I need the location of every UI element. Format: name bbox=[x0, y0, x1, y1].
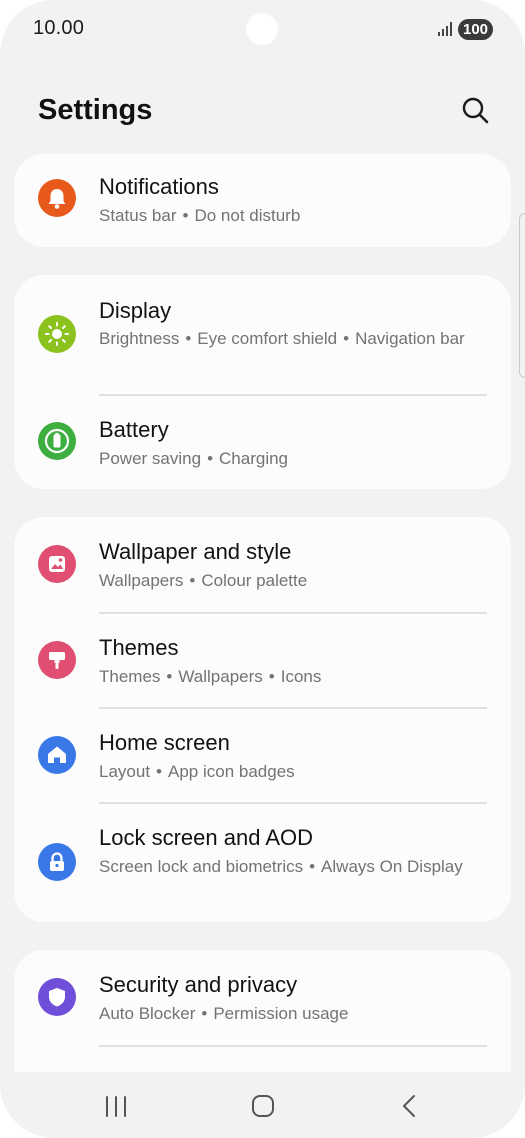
subtitle-part: Auto Blocker bbox=[99, 1004, 196, 1023]
subtitle-part: Power saving bbox=[99, 449, 202, 468]
home-icon bbox=[48, 746, 66, 763]
home-screen-icon-badge bbox=[38, 736, 76, 774]
card-display-battery: Display Brightness • Eye comfort shield • Na… bbox=[14, 275, 511, 489]
settings-item-notifications[interactable]: Notifications Status bar • Do not disturb bbox=[14, 154, 511, 247]
item-title: Lock screen and AOD bbox=[99, 825, 314, 850]
item-subtitle: Brightness • Eye comfort shield • Navigation… bbox=[99, 329, 465, 348]
subtitle-part: Icons bbox=[280, 667, 322, 686]
settings-item-display[interactable]: Display Brightness • Eye comfort shield • Na… bbox=[14, 275, 511, 395]
back-button[interactable] bbox=[395, 1092, 425, 1122]
lock-screen-icon-badge bbox=[38, 843, 76, 881]
divider bbox=[99, 1045, 487, 1047]
navigation-bar bbox=[0, 1072, 525, 1138]
battery-level-badge: 100 bbox=[458, 19, 493, 40]
item-title: Themes bbox=[99, 635, 179, 660]
scroll-indicator[interactable] bbox=[519, 213, 525, 378]
settings-item-security[interactable]: Security and privacy Auto Blocker • Permis… bbox=[14, 950, 511, 1045]
item-subtitle: Wallpapers • Colour palette bbox=[99, 571, 308, 590]
display-icon-badge bbox=[38, 315, 76, 353]
image-icon bbox=[49, 556, 65, 572]
subtitle-part: Screen lock and biometrics bbox=[99, 857, 304, 876]
item-subtitle: Auto Blocker • Permission usage bbox=[99, 1004, 349, 1023]
item-title: Display bbox=[99, 298, 172, 323]
status-bar: 10.00 100 bbox=[0, 0, 525, 58]
battery-icon bbox=[44, 428, 70, 454]
subtitle-part: App icon badges bbox=[168, 762, 295, 781]
status-time: 10.00 bbox=[33, 17, 85, 39]
page-title: Settings bbox=[38, 94, 153, 126]
subtitle-part: Wallpapers bbox=[178, 667, 263, 686]
themes-icon-badge bbox=[38, 641, 76, 679]
subtitle-part: Wallpapers bbox=[99, 571, 184, 590]
search-icon bbox=[462, 97, 489, 124]
home-button[interactable] bbox=[248, 1092, 278, 1122]
shield-icon bbox=[49, 988, 65, 1007]
security-icon-badge bbox=[38, 978, 76, 1016]
back-icon bbox=[403, 1095, 415, 1117]
subtitle-part: Status bar bbox=[99, 206, 177, 225]
item-title: Home screen bbox=[99, 730, 230, 755]
subtitle-part: Always On Display bbox=[321, 857, 463, 876]
item-subtitle: Screen lock and biometrics • Always On Dis… bbox=[99, 857, 463, 876]
item-subtitle: Layout • App icon badges bbox=[99, 762, 295, 781]
item-title: Security and privacy bbox=[99, 972, 298, 997]
recents-button[interactable] bbox=[101, 1092, 131, 1122]
subtitle-part: Themes bbox=[99, 667, 161, 686]
settings-item-home-screen[interactable]: Home screen Layout • App icon badges bbox=[14, 708, 511, 803]
lock-icon bbox=[50, 852, 64, 871]
search-button[interactable] bbox=[458, 94, 492, 128]
subtitle-part: Do not disturb bbox=[194, 206, 301, 225]
subtitle-part: Brightness bbox=[99, 329, 180, 348]
subtitle-part: Eye comfort shield bbox=[197, 329, 338, 348]
item-subtitle: Power saving • Charging bbox=[99, 449, 289, 468]
subtitle-part: Colour palette bbox=[201, 571, 308, 590]
card-appearance: Wallpaper and style Wallpapers • Colour pa… bbox=[14, 517, 511, 922]
subtitle-part: Charging bbox=[219, 449, 289, 468]
wallpaper-icon-badge bbox=[38, 545, 76, 583]
settings-item-lock-screen[interactable]: Lock screen and AOD Screen lock and biom… bbox=[14, 803, 511, 922]
phone-screen: 10.00 100 Settings Notifications Status … bbox=[0, 0, 525, 1138]
subtitle-part: Permission usage bbox=[213, 1004, 349, 1023]
settings-item-battery[interactable]: Battery Power saving • Charging bbox=[14, 395, 511, 489]
settings-item-wallpaper[interactable]: Wallpaper and style Wallpapers • Colour pa… bbox=[14, 517, 511, 612]
item-title: Notifications bbox=[99, 174, 219, 199]
sun-icon bbox=[45, 322, 69, 346]
item-subtitle: Themes • Wallpapers • Icons bbox=[99, 667, 322, 686]
item-title: Wallpaper and style bbox=[99, 539, 292, 564]
paint-roller-icon bbox=[49, 652, 65, 669]
signal-icon bbox=[438, 22, 452, 36]
recents-icon bbox=[106, 1096, 126, 1117]
card-notifications: Notifications Status bar • Do not disturb bbox=[14, 154, 511, 247]
notifications-icon-badge bbox=[38, 179, 76, 217]
battery-icon-badge bbox=[38, 422, 76, 460]
subtitle-part: Layout bbox=[99, 762, 151, 781]
item-subtitle: Status bar • Do not disturb bbox=[99, 206, 301, 225]
bell-icon bbox=[48, 189, 66, 209]
settings-item-themes[interactable]: Themes Themes • Wallpapers • Icons bbox=[14, 613, 511, 708]
item-title: Battery bbox=[99, 417, 169, 442]
subtitle-part: Navigation bar bbox=[355, 329, 465, 348]
home-button-icon bbox=[252, 1095, 274, 1117]
camera-cutout bbox=[246, 13, 278, 45]
